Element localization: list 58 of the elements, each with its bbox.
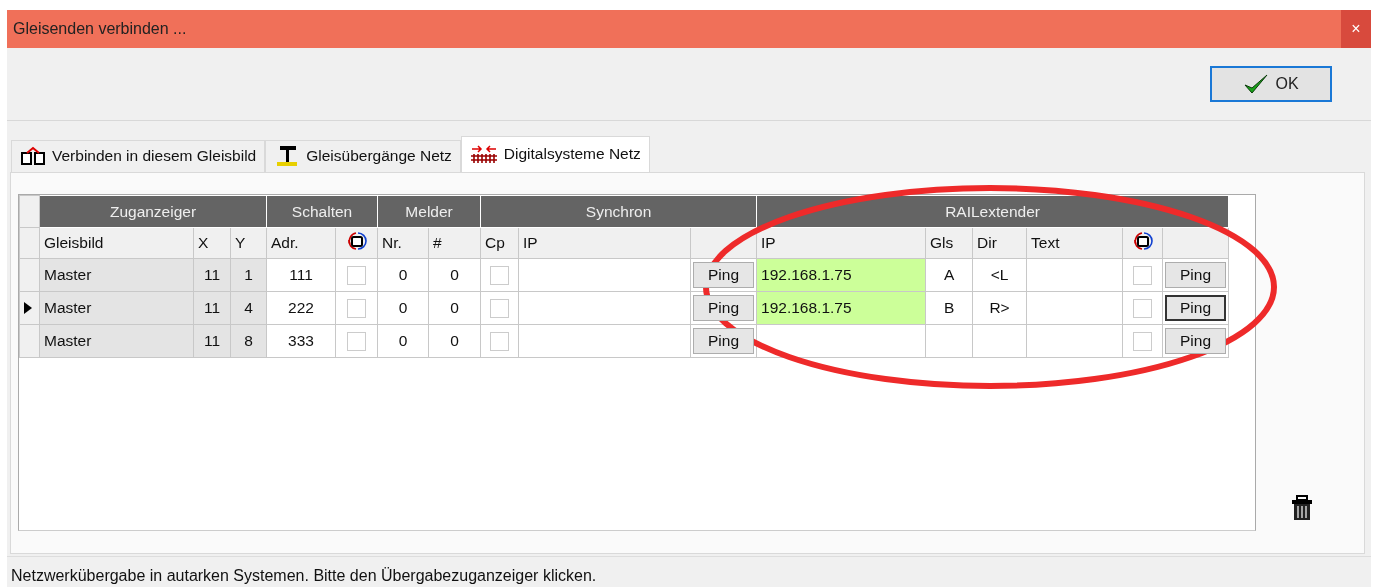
column-header: Dir [972, 227, 1027, 259]
table-cell: A [925, 258, 973, 292]
close-button[interactable]: × [1341, 10, 1371, 48]
tab[interactable]: Gleisübergänge Netz [265, 139, 461, 172]
group-header: Synchron [480, 195, 757, 228]
checkbox[interactable] [1133, 331, 1153, 351]
table-cell: Master [39, 324, 194, 358]
checkbox[interactable] [347, 331, 366, 351]
table-cell: Master [39, 258, 194, 292]
table-cell [972, 324, 1027, 358]
column-header: IP [756, 227, 926, 259]
column-header: IP [518, 227, 691, 259]
column-header: Text [1026, 227, 1123, 259]
column-header: Adr. [266, 227, 336, 259]
table-cell: 0 [428, 258, 481, 292]
ok-button[interactable]: OK [1210, 65, 1332, 102]
column-header: Gleisbild [39, 227, 194, 259]
ping-button[interactable]: Ping [1165, 262, 1227, 289]
column-header: Nr. [377, 227, 429, 259]
connector-icon [20, 146, 46, 167]
table-cell: Master [39, 291, 194, 325]
group-header: Melder [377, 195, 481, 228]
rail-arrows-icon [469, 144, 498, 165]
checkbox[interactable] [1133, 298, 1153, 318]
checkmark-icon [1243, 72, 1270, 95]
checkbox[interactable] [490, 265, 510, 285]
ping-button[interactable]: Ping [1165, 295, 1227, 322]
ping-button[interactable]: Ping [693, 262, 755, 289]
checkbox[interactable] [1133, 265, 1153, 285]
group-header: Schalten [266, 195, 378, 228]
checkbox[interactable] [490, 331, 510, 351]
ping-button[interactable]: Ping [693, 328, 755, 355]
table-cell: <L [972, 258, 1027, 292]
checkbox[interactable] [347, 265, 366, 285]
table-cell: 111 [266, 258, 336, 292]
tab[interactable]: Digitalsysteme Netz [460, 135, 650, 172]
table-cell: B [925, 291, 973, 325]
table-cell: 222 [266, 291, 336, 325]
status-text: Netzwerkübergabe in autarken Systemen. Bitte den Übergabezuganzeiger klicken. [7, 556, 1371, 587]
table-cell: 0 [377, 324, 429, 358]
column-header: # [428, 227, 481, 259]
tab[interactable]: Verbinden in diesem Gleisbild [11, 139, 266, 172]
table-cell [925, 324, 973, 358]
checkbox[interactable] [490, 298, 510, 318]
ping-button[interactable]: Ping [693, 295, 755, 322]
table-cell: 192.168.1.75 [756, 258, 926, 292]
table-cell: 0 [377, 291, 429, 325]
trash-icon [1291, 495, 1313, 522]
table-cell: 0 [428, 291, 481, 325]
table-cell: 192.168.1.75 [756, 291, 926, 325]
table-cell: 333 [266, 324, 336, 358]
checkbox[interactable] [347, 298, 366, 318]
ping-button[interactable]: Ping [1165, 328, 1227, 355]
group-header: Zuganzeiger [39, 195, 267, 228]
window-title: Gleisenden verbinden ... [12, 20, 187, 38]
table-cell: R> [972, 291, 1027, 325]
table-cell: 0 [377, 258, 429, 292]
table-cell: 0 [428, 324, 481, 358]
